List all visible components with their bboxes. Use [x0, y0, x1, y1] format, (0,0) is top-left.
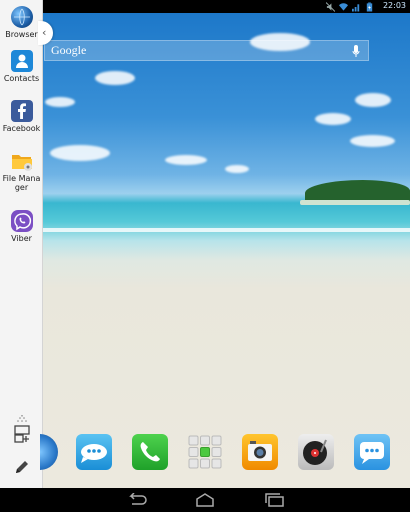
cloud: [165, 155, 207, 165]
facebook-icon: [10, 100, 33, 122]
wifi-icon: [339, 2, 348, 11]
home-wallpaper: [0, 13, 410, 488]
camera-icon[interactable]: [242, 434, 278, 470]
recents-button[interactable]: [263, 493, 287, 507]
multi-window-tray: Browser Contacts Facebook File Manager V…: [0, 0, 43, 488]
tray-app-facebook[interactable]: Facebook: [0, 100, 43, 133]
signal-icon: [352, 3, 360, 11]
cloud: [95, 71, 135, 85]
viber-icon: [10, 210, 33, 232]
music-icon[interactable]: [298, 434, 334, 470]
contacts-icon: [10, 50, 33, 72]
tray-app-browser[interactable]: Browser: [0, 6, 43, 39]
wave-foam: [40, 228, 410, 232]
tray-app-viber[interactable]: Viber: [0, 210, 43, 243]
messages-icon[interactable]: [354, 434, 390, 470]
tray-app-contacts[interactable]: Contacts: [0, 50, 43, 83]
cloud: [350, 135, 395, 147]
google-logo: Google: [51, 43, 87, 57]
tray-app-label: Contacts: [3, 74, 40, 83]
status-bar: 22:03: [0, 0, 410, 13]
phone-icon[interactable]: [132, 434, 168, 470]
battery-icon: [366, 2, 373, 12]
mic-icon[interactable]: [352, 45, 360, 57]
messaging-icon[interactable]: [76, 434, 112, 470]
add-app-icon[interactable]: [0, 424, 43, 448]
home-button[interactable]: [193, 493, 217, 507]
cloud: [355, 93, 391, 107]
globe-icon: [10, 6, 33, 28]
folder-icon: [11, 150, 33, 172]
chevron-left-icon: ‹: [42, 26, 47, 39]
back-button[interactable]: [124, 493, 148, 507]
navigation-bar: [0, 488, 410, 512]
cloud: [50, 145, 110, 161]
edit-pencil-icon[interactable]: [0, 458, 43, 480]
tray-app-label: Browser: [5, 30, 38, 39]
tray-app-label: File Manager: [2, 174, 41, 192]
clock-time: 22:03: [382, 1, 406, 10]
app-drawer-icon[interactable]: [187, 434, 223, 470]
tray-app-label: Viber: [11, 234, 32, 243]
cloud: [225, 165, 249, 173]
cloud: [45, 97, 75, 107]
cloud: [315, 113, 351, 125]
tray-app-label: Facebook: [2, 124, 41, 133]
tray-app-file-manager[interactable]: File Manager: [0, 150, 43, 192]
status-icons: [326, 1, 374, 12]
google-search-bar[interactable]: Google: [44, 40, 369, 61]
island-shore: [300, 200, 410, 205]
mute-icon: [326, 1, 335, 12]
